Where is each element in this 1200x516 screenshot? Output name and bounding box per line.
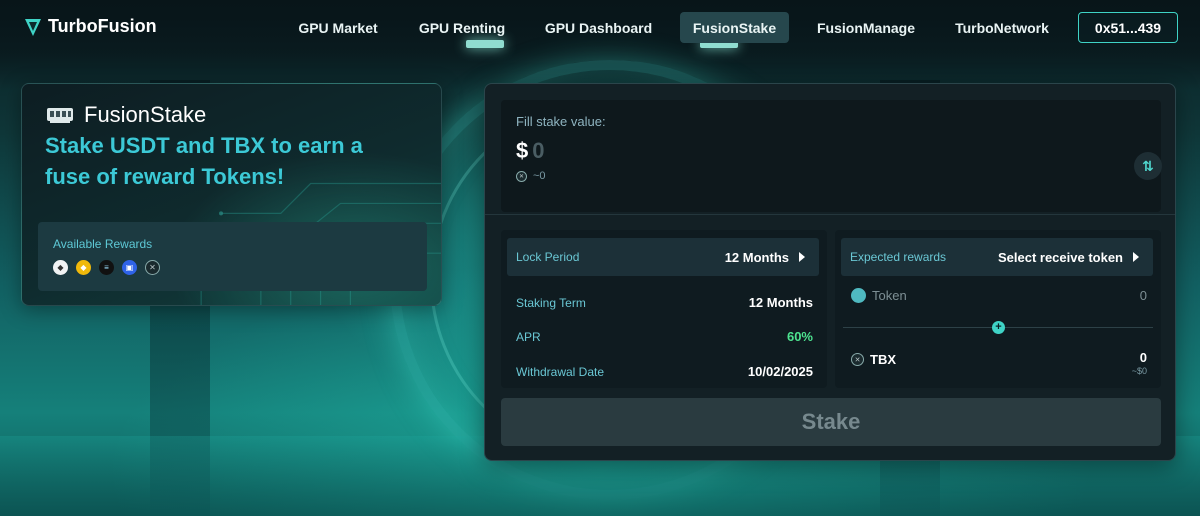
nav-turbonetwork[interactable]: TurboNetwork xyxy=(948,12,1056,43)
chevron-right-icon xyxy=(1133,252,1139,262)
tbx-row: ✕ TBX 0 ~$0 xyxy=(851,350,1147,376)
nav-fusionmanage[interactable]: FusionManage xyxy=(810,12,922,43)
nav-fusionstake[interactable]: FusionStake xyxy=(680,12,789,43)
tbx-icon: ✕ xyxy=(851,353,864,366)
hero-title: FusionStake xyxy=(84,102,207,127)
turbofusion-logo-icon xyxy=(25,18,41,36)
nav-gpu-market[interactable]: GPU Market xyxy=(293,12,383,43)
tbx-icon: ✕ xyxy=(516,170,527,182)
token-row: Token 0 xyxy=(851,288,1147,303)
lock-period-label: Lock Period xyxy=(516,250,580,264)
tbx-values: 0 ~$0 xyxy=(1132,350,1147,376)
tbx-icon: ✕ xyxy=(145,260,160,275)
staking-term-row: Staking Term 12 Months xyxy=(516,295,813,310)
chevron-right-icon xyxy=(799,252,805,262)
tbx-usd-value: ~$0 xyxy=(1131,366,1147,376)
token-icon xyxy=(851,288,866,303)
receive-token-selector[interactable]: Expected rewards Select receive token xyxy=(841,238,1153,276)
apr-label: APR xyxy=(516,329,541,344)
expected-rewards-box: Expected rewards Select receive token To… xyxy=(835,230,1161,388)
brand-name: TurboFusion xyxy=(48,16,157,36)
solana-icon: ≡ xyxy=(99,260,114,275)
bnb-icon: ◆ xyxy=(76,260,91,275)
reward-token-icons: ◆ ◆ ≡ ▣ ✕ xyxy=(53,260,160,275)
token-name-wrap: Token xyxy=(851,288,907,303)
panel-divider xyxy=(485,214,1175,215)
select-token-wrap: Select receive token xyxy=(998,250,1139,265)
lock-period-value-wrap: 12 Months xyxy=(725,250,805,265)
withdrawal-date-value: 10/02/2025 xyxy=(747,364,813,379)
tbx-amount: 0 xyxy=(1139,350,1147,365)
swap-currency-button[interactable]: ⇅ xyxy=(1134,152,1162,180)
stake-amount-value[interactable]: 0 xyxy=(532,138,544,163)
blue-token-icon: ▣ xyxy=(122,260,137,275)
approx-value: ~0 xyxy=(533,170,546,182)
fusionstake-hero-card: FusionStake Stake USDT and TBX to earn a… xyxy=(21,83,442,306)
available-rewards-label: Available Rewards xyxy=(53,237,153,251)
lock-period-value: 12 Months xyxy=(724,249,789,265)
staking-term-value: 12 Months xyxy=(748,295,813,310)
currency-symbol: $ xyxy=(516,138,529,163)
apr-row: APR 60% xyxy=(516,329,813,344)
tbx-name-wrap: ✕ TBX xyxy=(851,352,896,367)
wallet-button[interactable]: 0x51...439 xyxy=(1078,12,1178,43)
add-token-icon[interactable]: + xyxy=(992,321,1005,334)
nav-gpu-dashboard[interactable]: GPU Dashboard xyxy=(540,12,657,43)
lock-period-selector[interactable]: Lock Period 12 Months xyxy=(507,238,819,276)
tbx-name: TBX xyxy=(870,352,896,367)
brand[interactable]: TurboFusion xyxy=(24,16,157,37)
token-value: 0 xyxy=(1139,288,1147,303)
nav-gpu-renting[interactable]: GPU Renting xyxy=(414,12,510,43)
token-name: Token xyxy=(872,288,907,303)
hero-title-row: FusionStake xyxy=(46,102,206,128)
available-rewards-box: Available Rewards ◆ ◆ ≡ ▣ ✕ xyxy=(38,222,427,291)
lock-details-box: Lock Period 12 Months Staking Term 12 Mo… xyxy=(501,230,827,388)
top-nav: TurboFusion GPU Market GPU Renting GPU D… xyxy=(0,0,1200,56)
withdrawal-date-label: Withdrawal Date xyxy=(516,364,605,379)
stake-panel: Fill stake value: $0 ✕ ~0 ⇅ Lock Period … xyxy=(484,83,1176,461)
withdrawal-date-row: Withdrawal Date 10/02/2025 xyxy=(516,364,813,379)
hero-headline: Stake USDT and TBX to earn a fuse of rew… xyxy=(45,133,363,189)
fill-stake-label: Fill stake value: xyxy=(516,114,606,129)
ethereum-icon: ◆ xyxy=(53,260,68,275)
stake-button[interactable]: Stake xyxy=(501,398,1161,446)
gpu-card-icon xyxy=(47,108,73,123)
expected-rewards-label: Expected rewards xyxy=(850,250,947,264)
stake-value-box: Fill stake value: $0 ✕ ~0 ⇅ xyxy=(501,100,1162,212)
staking-term-label: Staking Term xyxy=(516,295,586,310)
stake-approx: ✕ ~0 xyxy=(516,170,546,182)
stake-amount-input[interactable]: $0 xyxy=(516,138,545,164)
select-receive-token: Select receive token xyxy=(997,249,1123,265)
apr-value: 60% xyxy=(786,329,813,344)
